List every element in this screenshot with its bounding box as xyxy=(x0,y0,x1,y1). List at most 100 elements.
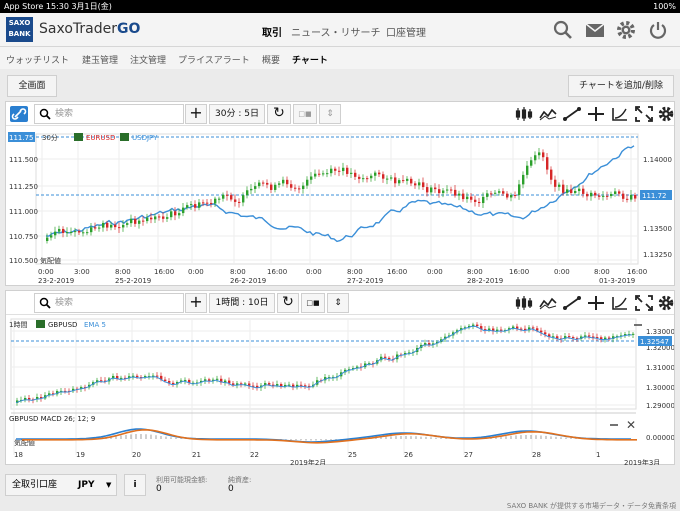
add-remove-chart-button[interactable]: チャートを追加/削除 xyxy=(568,75,674,97)
interval-selector[interactable]: 1時間 : 10日 xyxy=(209,293,275,313)
symbol-label[interactable]: GBPUSD xyxy=(48,321,77,329)
chart-type-button[interactable]: □■ xyxy=(293,104,317,124)
candle xyxy=(94,227,97,229)
crosshair-icon[interactable] xyxy=(587,295,605,311)
refresh-button[interactable]: ↻ xyxy=(267,104,291,124)
candle xyxy=(450,189,453,191)
candles-icon[interactable] xyxy=(515,106,533,122)
fx-badge xyxy=(120,133,129,141)
chart-type-button[interactable]: □■ xyxy=(301,293,325,313)
chart-panel-2: 検索 + 1時間 : 10日 ↻ □■ ⇕ 1.33000 1.32000 1.31… xyxy=(5,290,675,465)
x-tick: 0:00 xyxy=(188,268,204,276)
add-instrument-button[interactable]: + xyxy=(185,293,207,313)
split-button[interactable]: ⇕ xyxy=(319,104,341,124)
x-tick: 16:00 xyxy=(154,268,174,276)
curve-icon[interactable] xyxy=(611,295,629,311)
tab-watchlist[interactable]: ウォッチリスト xyxy=(6,53,69,66)
candle xyxy=(570,189,573,193)
candle xyxy=(238,201,241,203)
interval-selector[interactable]: 30分 : 5日 xyxy=(209,104,265,124)
ema-label[interactable]: EMA 5 xyxy=(84,321,106,329)
tab-orders[interactable]: 注文管理 xyxy=(130,53,166,66)
info-button[interactable]: i xyxy=(124,474,146,496)
x-tick: 1 xyxy=(596,451,600,459)
x-tick: 8:00 xyxy=(347,268,363,276)
candle xyxy=(438,189,441,194)
x-tick: 8:00 xyxy=(115,268,131,276)
x-tick: 8:00 xyxy=(230,268,246,276)
settings-gear-icon[interactable] xyxy=(657,106,675,122)
candle xyxy=(222,194,225,199)
candle xyxy=(210,202,213,204)
add-instrument-button[interactable]: + xyxy=(185,104,207,124)
candle xyxy=(138,220,141,224)
close-icon[interactable]: ✕ xyxy=(626,418,636,432)
candle xyxy=(274,184,277,190)
chart2-search[interactable]: 検索 xyxy=(34,293,184,313)
account-selector[interactable]: 全取引口座 JPY ▼ xyxy=(5,474,117,496)
nav-news-research[interactable]: ニュース・リサーチ xyxy=(291,24,381,39)
tab-overview[interactable]: 概要 xyxy=(262,53,280,66)
search-icon[interactable] xyxy=(552,19,574,41)
candles-icon[interactable] xyxy=(515,295,533,311)
gear-icon[interactable] xyxy=(615,19,637,41)
tab-positions[interactable]: 建玉管理 xyxy=(82,53,118,66)
candle xyxy=(402,180,405,182)
tab-chart[interactable]: チャート xyxy=(292,53,328,66)
expand-icon[interactable] xyxy=(635,106,653,122)
app-title: SaxoTraderGO xyxy=(39,21,141,37)
price-tag-left-text: 111.75 xyxy=(9,134,34,142)
candle xyxy=(414,183,417,186)
nav-account[interactable]: 口座管理 xyxy=(386,24,426,39)
trendline-icon[interactable] xyxy=(563,106,581,122)
chart2-toolbar: 検索 + 1時間 : 10日 ↻ □■ ⇕ xyxy=(6,291,674,315)
expand-icon[interactable] xyxy=(635,295,653,311)
candle xyxy=(28,397,31,400)
plot-area xyxy=(10,318,637,410)
chart1-search[interactable]: 検索 xyxy=(34,104,184,124)
x-tick: 18 xyxy=(14,451,23,459)
candle xyxy=(218,198,221,200)
candle xyxy=(98,227,101,229)
candle xyxy=(558,184,561,187)
candle xyxy=(554,179,557,187)
trendline-icon[interactable] xyxy=(563,295,581,311)
settings-gear-icon[interactable] xyxy=(657,295,675,311)
x-date: 23-2-2019 xyxy=(38,277,74,285)
indicators-icon[interactable] xyxy=(539,106,557,122)
candle xyxy=(622,193,625,199)
indicators-icon[interactable] xyxy=(539,295,557,311)
tab-price-alerts[interactable]: プライスアラート xyxy=(178,53,250,66)
search-icon xyxy=(39,297,51,309)
y-tick: 1.29000 xyxy=(646,402,674,410)
candle xyxy=(302,185,305,189)
power-icon[interactable] xyxy=(647,19,669,41)
candle xyxy=(606,195,609,197)
refresh-button[interactable]: ↻ xyxy=(277,293,299,313)
candle xyxy=(546,157,549,170)
candle xyxy=(158,216,161,218)
link-icon[interactable] xyxy=(10,106,28,122)
y-tick: 1.31000 xyxy=(646,364,674,372)
crosshair-icon[interactable] xyxy=(587,106,605,122)
candle xyxy=(466,196,469,200)
candle xyxy=(526,165,529,175)
candle xyxy=(472,324,475,326)
curve-icon[interactable] xyxy=(611,106,629,122)
mail-icon[interactable] xyxy=(584,19,606,41)
candle xyxy=(426,187,429,193)
chart2-plot[interactable]: 1.330001.320001.310001.300001.2900018 19 2… xyxy=(6,315,674,465)
candle xyxy=(578,188,581,192)
candle xyxy=(354,172,357,177)
quote-note: 気配値 xyxy=(40,256,61,265)
fullscreen-button[interactable]: 全画面 xyxy=(7,75,57,97)
split-button[interactable]: ⇕ xyxy=(327,293,349,313)
x-tick: 16:00 xyxy=(509,268,529,276)
nav-trade[interactable]: 取引 xyxy=(262,24,282,39)
candle xyxy=(314,173,317,177)
candle xyxy=(230,195,233,200)
chart1-plot[interactable]: 111.500 111.250 111.000 110.750 110.500 1.140… xyxy=(6,126,674,286)
legend-usdjpy[interactable]: USDJPY xyxy=(132,134,158,142)
candle xyxy=(250,188,253,191)
legend-eurusd[interactable]: EURUSD xyxy=(86,134,115,142)
